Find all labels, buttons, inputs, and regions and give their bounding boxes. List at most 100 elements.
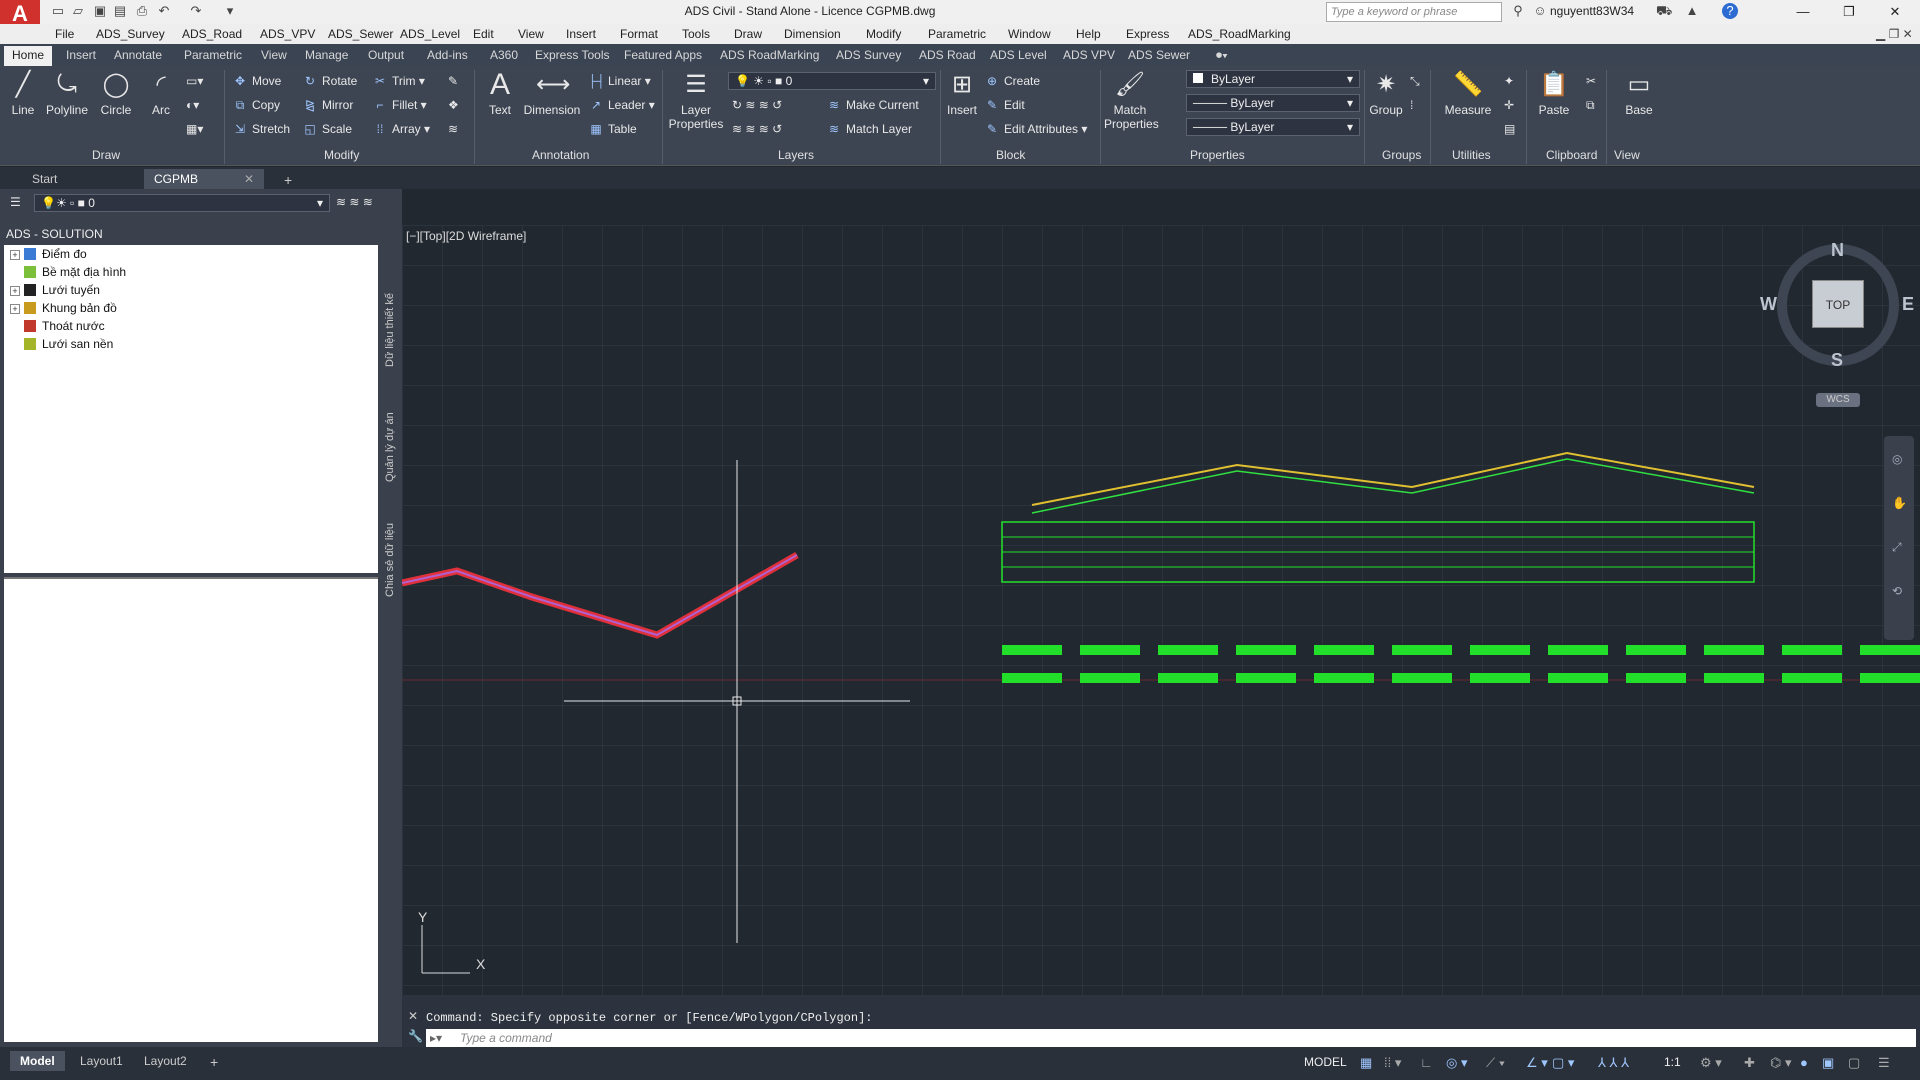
compass-south[interactable]: S — [1831, 350, 1843, 371]
menu-help[interactable]: Help — [1076, 27, 1101, 41]
snap-icon[interactable]: ⁞⁞ ▾ — [1384, 1055, 1401, 1071]
ribbon-options-icon[interactable]: ⏺▾ — [1216, 48, 1228, 63]
match-layer-button[interactable]: ≋ Match Layer — [826, 122, 912, 136]
drawing-canvas[interactable]: Y X — [401, 225, 1920, 995]
tab-ads-road[interactable]: ADS Road — [919, 48, 976, 62]
tab-manage[interactable]: Manage — [305, 48, 348, 62]
menu-edit[interactable]: Edit — [473, 27, 494, 41]
tab-ads-level[interactable]: ADS Level — [990, 48, 1047, 62]
tab-featured-apps[interactable]: Featured Apps — [624, 48, 702, 62]
menu-ads-vpv[interactable]: ADS_VPV — [260, 27, 315, 41]
clipboard-panel-title[interactable]: Clipboard — [1546, 148, 1597, 162]
compass-west[interactable]: W — [1760, 294, 1777, 315]
tab-ads-sewer[interactable]: ADS Sewer — [1128, 48, 1190, 62]
annotation-panel-title[interactable]: Annotation — [532, 148, 589, 162]
move-button[interactable]: ✥ Move — [232, 74, 281, 88]
layer-properties-button[interactable]: ☰ Layer Properties — [668, 70, 724, 131]
osnap-icon[interactable]: ▢ ▾ — [1552, 1055, 1574, 1071]
restore-icon[interactable]: ❐ — [1826, 0, 1872, 24]
pan-icon[interactable]: ✋ — [1892, 496, 1907, 510]
new-layout-icon[interactable]: + — [200, 1051, 228, 1071]
new-tab-icon[interactable]: + — [274, 169, 302, 189]
workspace-icon[interactable]: ⚙ ▾ — [1700, 1055, 1722, 1071]
tab-layout2[interactable]: Layout2 — [134, 1051, 197, 1071]
layer-dropdown[interactable]: 💡 ☀ ▫ ■ 0 ▾ — [728, 72, 936, 90]
add-icon[interactable]: ✚ — [1744, 1055, 1755, 1071]
tab-a360[interactable]: A360 — [490, 48, 518, 62]
tab-layout1[interactable]: Layout1 — [70, 1051, 133, 1071]
tab-home[interactable]: Home — [4, 46, 53, 66]
offset-icon[interactable]: ≋ — [448, 122, 458, 136]
scale-button[interactable]: ◱ Scale — [302, 122, 352, 136]
polar-icon[interactable]: ◎ ▾ — [1446, 1055, 1467, 1071]
tab-output[interactable]: Output — [368, 48, 404, 62]
quick-select-icon[interactable]: ✦ — [1504, 74, 1514, 88]
vtab-project-management[interactable]: Quản lý dự án — [384, 382, 400, 482]
ungroup-icon[interactable]: ⤡ — [1410, 74, 1420, 89]
tab-add-ins[interactable]: Add-ins — [427, 48, 468, 62]
tab-parametric[interactable]: Parametric — [184, 48, 242, 62]
tree-item[interactable]: Bề mặt địa hình — [4, 265, 126, 283]
draw-panel-title[interactable]: Draw — [92, 148, 120, 162]
copy-button[interactable]: ⧉ Copy — [232, 98, 280, 113]
redo-icon[interactable]: ↷ — [188, 3, 204, 19]
text-button[interactable]: A Text — [482, 70, 518, 118]
hardware-accel-icon[interactable]: ▣ — [1822, 1055, 1834, 1071]
groups-panel-title[interactable]: Groups — [1382, 148, 1421, 162]
steering-wheel-icon[interactable]: ◎ — [1892, 452, 1902, 466]
close-command-icon[interactable]: ✕ — [408, 1009, 418, 1023]
group-button[interactable]: ✷ Group — [1366, 70, 1406, 117]
doc-tab-start[interactable]: Start — [22, 169, 67, 189]
menu-express[interactable]: Express — [1126, 27, 1169, 41]
grid-icon[interactable]: ▦ — [1360, 1055, 1372, 1071]
tree-item[interactable]: + Lưới tuyến — [4, 283, 100, 301]
tab-insert[interactable]: Insert — [66, 48, 96, 62]
rotate-button[interactable]: ↻ Rotate — [302, 74, 357, 88]
tab-ads-survey[interactable]: ADS Survey — [836, 48, 901, 62]
dimension-button[interactable]: ⟷ Dimension — [522, 70, 582, 117]
view-panel-title[interactable]: View — [1614, 148, 1640, 162]
menu-window[interactable]: Window — [1008, 27, 1051, 41]
menu-modify[interactable]: Modify — [866, 27, 901, 41]
rectangle-icon[interactable]: ▭▾ — [186, 74, 203, 88]
group-edit-icon[interactable]: ⁞ — [1410, 98, 1413, 112]
vtab-design-data[interactable]: Dữ liệu thiết kế — [384, 257, 400, 367]
array-button[interactable]: ⁞⁞ Array ▾ — [372, 122, 430, 136]
binoculars-icon[interactable]: ⚲ — [1510, 3, 1526, 19]
table-button[interactable]: ▦ Table — [588, 122, 636, 136]
qat-dropdown-icon[interactable]: ▾ — [222, 3, 238, 19]
polyline-button[interactable]: ⤿ Polyline — [44, 70, 90, 117]
close-tab-icon[interactable]: ✕ — [244, 172, 254, 186]
units-icon[interactable]: ⌬ ▾ — [1770, 1055, 1792, 1071]
isolate-icon[interactable]: ● — [1800, 1055, 1808, 1070]
layer-state-icon[interactable]: ≋ ≋ ≋ — [336, 195, 373, 209]
linear-button[interactable]: ├┤ Linear ▾ — [588, 74, 651, 88]
compass-east[interactable]: E — [1902, 294, 1914, 315]
paste-button[interactable]: 📋 Paste — [1534, 70, 1574, 117]
color-dropdown[interactable]: ByLayer ▾ — [1186, 70, 1360, 88]
modify-panel-title[interactable]: Modify — [324, 148, 359, 162]
menu-dimension[interactable]: Dimension — [784, 27, 841, 41]
annotation-visibility-icon[interactable]: ⅄ ⅄ ⅄ — [1598, 1055, 1629, 1071]
help-search-input[interactable]: Type a keyword or phrase — [1326, 2, 1502, 22]
command-prompt-icon[interactable]: ▸▾ — [430, 1031, 442, 1045]
edit-block-button[interactable]: ✎ Edit — [984, 98, 1025, 112]
layer-tools-2-icon[interactable]: ≋ ≋ ≋ ↺ — [732, 122, 782, 136]
open-file-icon[interactable]: ▱ — [70, 3, 86, 19]
edit-attributes-button[interactable]: ✎ Edit Attributes ▾ — [984, 122, 1087, 136]
save-as-icon[interactable]: ▤ — [112, 3, 128, 19]
match-properties-button[interactable]: 🖌 Match Properties — [1104, 70, 1159, 131]
menu-ads-sewer[interactable]: ADS_Sewer — [328, 27, 393, 41]
tab-ads-roadmarking[interactable]: ADS RoadMarking — [720, 48, 819, 62]
viewcube-top-face[interactable]: TOP — [1812, 280, 1864, 328]
tree-item[interactable]: + Khung bản đồ — [4, 301, 117, 319]
view-cube[interactable]: N S W E TOP — [1760, 240, 1920, 410]
layer-tools-icon[interactable]: ↻ ≋ ≋ ↺ — [732, 98, 782, 112]
tab-ads-vpv[interactable]: ADS VPV — [1063, 48, 1115, 62]
copy-clip-icon[interactable]: ⧉ — [1586, 98, 1595, 113]
menu-view[interactable]: View — [518, 27, 544, 41]
measure-button[interactable]: 📏 Measure — [1440, 70, 1496, 117]
customize-icon[interactable]: ☰ — [1878, 1055, 1890, 1071]
stretch-button[interactable]: ⇲ Stretch — [232, 122, 290, 136]
user-name[interactable]: nguyentt83W34 — [1550, 4, 1634, 18]
